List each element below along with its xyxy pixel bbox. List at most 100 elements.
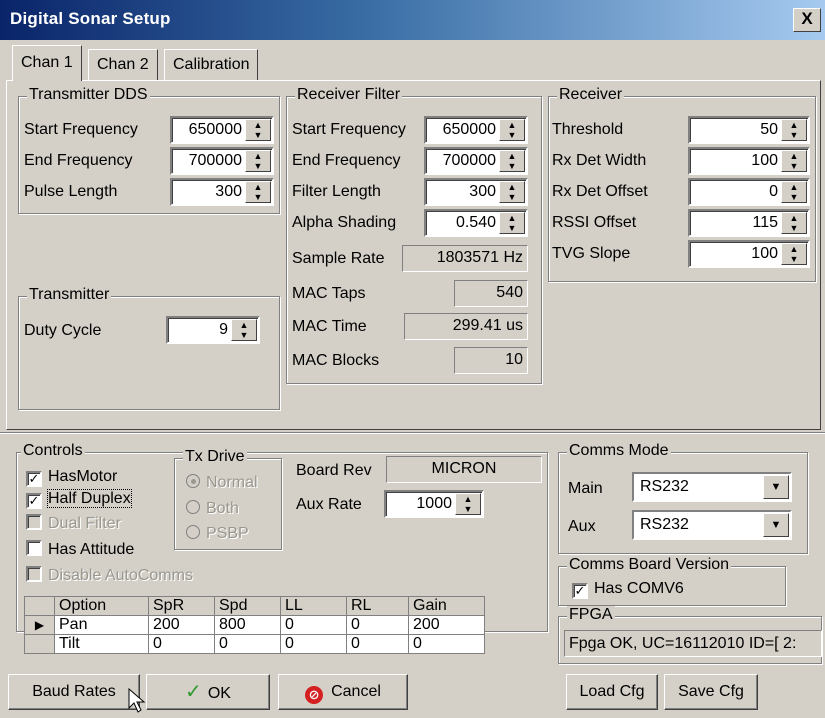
- rf-start-frequency-spinner[interactable]: 650000 ▲ ▼: [424, 116, 528, 144]
- chevron-down-icon[interactable]: ▼: [763, 475, 789, 499]
- spin-up-icon[interactable]: ▲: [500, 120, 524, 130]
- cancel-button[interactable]: ⊘ Cancel: [278, 674, 408, 710]
- grid-cell[interactable]: 200: [408, 615, 485, 635]
- tab-chan-2[interactable]: Chan 2: [88, 49, 158, 80]
- spin-up-icon[interactable]: ▲: [782, 213, 806, 223]
- spin-arrows[interactable]: ▲ ▼: [781, 119, 807, 141]
- grid-cell[interactable]: 0: [346, 634, 409, 654]
- has-attitude-checkbox[interactable]: Has Attitude: [26, 540, 134, 559]
- aux-comms-select[interactable]: RS232 ▼: [632, 510, 792, 540]
- spin-up-icon[interactable]: ▲: [782, 244, 806, 254]
- tvg-slope-spinner[interactable]: 100 ▲ ▼: [688, 240, 810, 268]
- spin-up-icon[interactable]: ▲: [500, 213, 524, 223]
- spin-arrows[interactable]: ▲ ▼: [781, 181, 807, 203]
- spin-down-icon[interactable]: ▼: [246, 161, 270, 171]
- grid-cell[interactable]: Tilt: [54, 634, 149, 654]
- alpha-shading-spinner[interactable]: 0.540 ▲ ▼: [424, 209, 528, 237]
- spin-arrows[interactable]: ▲ ▼: [231, 319, 257, 341]
- half-duplex-checkbox[interactable]: ✓ Half Duplex: [26, 489, 132, 509]
- baud-rates-button[interactable]: Baud Rates: [8, 674, 140, 710]
- spin-arrows[interactable]: ▲ ▼: [781, 243, 807, 265]
- checkbox-icon[interactable]: [26, 540, 42, 556]
- duty-cycle-spinner[interactable]: 9 ▲ ▼: [166, 316, 260, 344]
- main-comms-select[interactable]: RS232 ▼: [632, 472, 792, 502]
- grid-cell[interactable]: 0: [280, 634, 347, 654]
- grid-cell[interactable]: 0: [346, 615, 409, 635]
- rx-det-width-spinner[interactable]: 100 ▲ ▼: [688, 147, 810, 175]
- spin-up-icon[interactable]: ▲: [782, 120, 806, 130]
- spin-down-icon[interactable]: ▼: [246, 130, 270, 140]
- save-cfg-button[interactable]: Save Cfg: [664, 674, 758, 710]
- spin-arrows[interactable]: ▲ ▼: [499, 212, 525, 234]
- ok-button[interactable]: ✓ OK: [146, 674, 270, 710]
- grid-header-cell: Gain: [408, 596, 485, 616]
- spin-arrows[interactable]: ▲ ▼: [781, 212, 807, 234]
- spin-down-icon[interactable]: ▼: [500, 130, 524, 140]
- spin-up-icon[interactable]: ▲: [782, 182, 806, 192]
- rx-det-width-label: Rx Det Width: [552, 152, 647, 169]
- spin-arrows[interactable]: ▲ ▼: [499, 181, 525, 203]
- checkbox-checked-icon[interactable]: ✓: [26, 493, 42, 509]
- spin-down-icon[interactable]: ▼: [246, 192, 270, 202]
- threshold-spinner[interactable]: 50 ▲ ▼: [688, 116, 810, 144]
- spin-up-icon[interactable]: ▲: [246, 120, 270, 130]
- mac-taps-value: 540: [454, 280, 528, 307]
- spin-down-icon[interactable]: ▼: [782, 223, 806, 233]
- spin-up-icon[interactable]: ▲: [500, 151, 524, 161]
- chevron-down-icon[interactable]: ▼: [763, 513, 789, 537]
- spin-down-icon[interactable]: ▼: [456, 504, 480, 514]
- spin-up-icon[interactable]: ▲: [782, 151, 806, 161]
- grid-cell[interactable]: 0: [148, 634, 215, 654]
- spin-down-icon[interactable]: ▼: [232, 330, 256, 340]
- checkbox-label: Half Duplex: [47, 489, 132, 508]
- rx-det-offset-spinner[interactable]: 0 ▲ ▼: [688, 178, 810, 206]
- spin-arrows[interactable]: ▲ ▼: [499, 150, 525, 172]
- tab-calibration[interactable]: Calibration: [164, 49, 259, 80]
- grid-cell[interactable]: 0: [408, 634, 485, 654]
- spin-up-icon[interactable]: ▲: [246, 151, 270, 161]
- has-motor-checkbox[interactable]: ✓ HasMotor: [26, 468, 117, 487]
- mac-blocks-value: 10: [454, 347, 528, 374]
- tx-start-frequency-spinner[interactable]: 650000 ▲ ▼: [170, 116, 274, 144]
- rf-end-frequency-spinner[interactable]: 700000 ▲ ▼: [424, 147, 528, 175]
- tab-chan-1[interactable]: Chan 1: [12, 45, 82, 81]
- spin-arrows[interactable]: ▲ ▼: [245, 181, 271, 203]
- spin-arrows[interactable]: ▲ ▼: [455, 493, 481, 515]
- tx-end-frequency-spinner[interactable]: 700000 ▲ ▼: [170, 147, 274, 175]
- rssi-offset-spinner[interactable]: 115 ▲ ▼: [688, 209, 810, 237]
- options-grid[interactable]: Option SpR Spd LL RL Gain ▶ Pan 200 800 …: [24, 596, 485, 654]
- spin-up-icon[interactable]: ▲: [232, 320, 256, 330]
- radio-icon: [186, 500, 200, 514]
- spin-down-icon[interactable]: ▼: [500, 161, 524, 171]
- spin-down-icon[interactable]: ▼: [782, 254, 806, 264]
- grid-cell[interactable]: 200: [148, 615, 215, 635]
- grid-cell[interactable]: Pan: [54, 615, 149, 635]
- spin-down-icon[interactable]: ▼: [782, 192, 806, 202]
- spin-down-icon[interactable]: ▼: [500, 223, 524, 233]
- checkbox-checked-icon[interactable]: ✓: [26, 471, 42, 487]
- spin-up-icon[interactable]: ▲: [500, 182, 524, 192]
- grid-cell[interactable]: 800: [214, 615, 281, 635]
- spin-down-icon[interactable]: ▼: [782, 130, 806, 140]
- select-value: RS232: [640, 516, 689, 533]
- spin-arrows[interactable]: ▲ ▼: [245, 119, 271, 141]
- spin-up-icon[interactable]: ▲: [246, 182, 270, 192]
- grid-cell[interactable]: 0: [214, 634, 281, 654]
- has-comv6-checkbox[interactable]: ✓ Has COMV6: [572, 580, 684, 599]
- close-button[interactable]: X: [793, 8, 821, 32]
- spin-arrows[interactable]: ▲ ▼: [781, 150, 807, 172]
- grid-cell[interactable]: 0: [280, 615, 347, 635]
- rx-det-offset-label: Rx Det Offset: [552, 183, 648, 200]
- table-row[interactable]: Tilt 0 0 0 0 0: [24, 634, 485, 654]
- aux-rate-spinner[interactable]: 1000 ▲ ▼: [384, 490, 484, 518]
- load-cfg-button[interactable]: Load Cfg: [566, 674, 658, 710]
- spin-down-icon[interactable]: ▼: [500, 192, 524, 202]
- table-row[interactable]: ▶ Pan 200 800 0 0 200: [24, 615, 485, 635]
- spin-arrows[interactable]: ▲ ▼: [499, 119, 525, 141]
- checkbox-checked-icon[interactable]: ✓: [572, 583, 588, 599]
- spin-arrows[interactable]: ▲ ▼: [245, 150, 271, 172]
- spin-down-icon[interactable]: ▼: [782, 161, 806, 171]
- spin-up-icon[interactable]: ▲: [456, 494, 480, 504]
- tx-pulse-length-spinner[interactable]: 300 ▲ ▼: [170, 178, 274, 206]
- filter-length-spinner[interactable]: 300 ▲ ▼: [424, 178, 528, 206]
